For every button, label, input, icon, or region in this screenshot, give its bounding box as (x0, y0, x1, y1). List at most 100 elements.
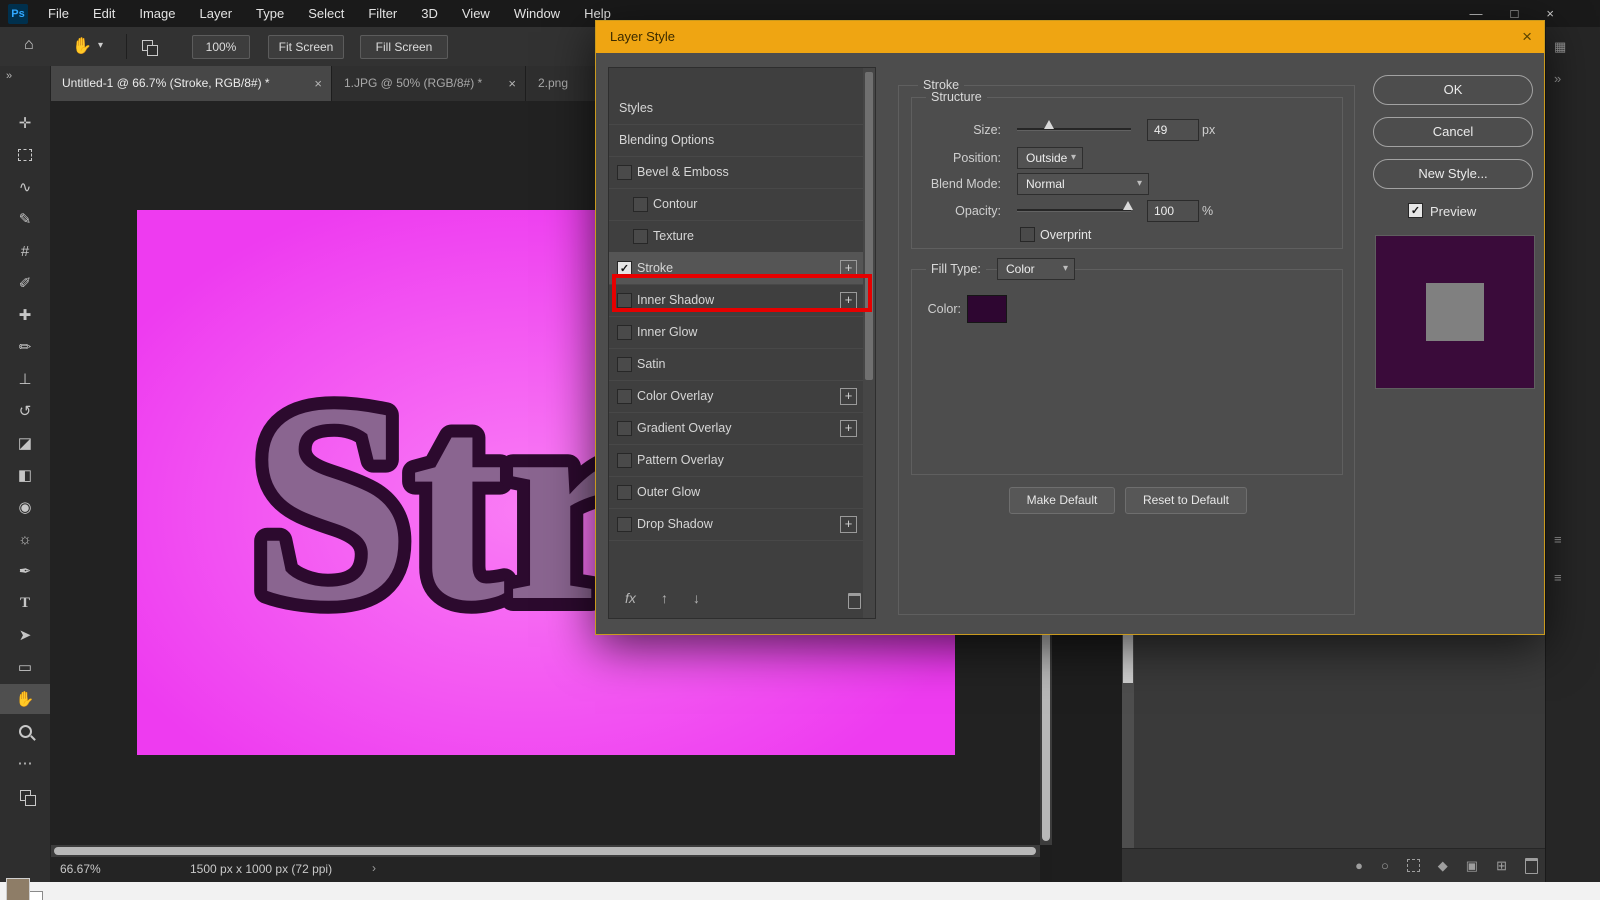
texture-checkbox[interactable] (633, 229, 648, 244)
gradient-overlay-checkbox[interactable] (617, 421, 632, 436)
size-input[interactable] (1147, 119, 1199, 141)
zoom-tool[interactable] (0, 716, 50, 746)
inner-glow-checkbox[interactable] (617, 325, 632, 340)
dialog-title-bar[interactable]: Layer Style × (596, 21, 1544, 53)
tab-close-icon[interactable]: × (508, 66, 516, 101)
menu-layer[interactable]: Layer (188, 0, 245, 27)
dodge-tool[interactable]: ☼ (0, 524, 50, 554)
path-selection-tool[interactable]: ➤ (0, 620, 50, 650)
menu-window[interactable]: Window (502, 0, 572, 27)
menu-view[interactable]: View (450, 0, 502, 27)
list-item-color-overlay[interactable]: Color Overlay (609, 380, 864, 413)
new-group-icon[interactable]: ▣ (1466, 858, 1478, 874)
link-layers-icon[interactable]: ● (1355, 858, 1363, 873)
list-item-outer-glow[interactable]: Outer Glow (609, 476, 864, 509)
pattern-overlay-checkbox[interactable] (617, 453, 632, 468)
add-inner-shadow-icon[interactable] (840, 292, 857, 309)
move-style-down-icon[interactable]: ↓ (693, 590, 700, 606)
list-item-texture[interactable]: Texture (609, 220, 864, 253)
menu-3d[interactable]: 3D (409, 0, 450, 27)
list-item-stroke[interactable]: Stroke (609, 252, 864, 285)
quick-selection-tool[interactable]: ✎ (0, 204, 50, 234)
expand-panels-icon[interactable]: » (1554, 71, 1561, 86)
clone-stamp-tool[interactable]: ⊥ (0, 364, 50, 394)
list-item-blending-options[interactable]: Blending Options (609, 124, 864, 157)
new-layer-icon[interactable]: ⊞ (1496, 858, 1507, 874)
inner-shadow-checkbox[interactable] (617, 293, 632, 308)
new-style-button[interactable]: New Style... (1373, 159, 1533, 189)
color-overlay-checkbox[interactable] (617, 389, 632, 404)
cancel-button[interactable]: Cancel (1373, 117, 1533, 147)
stroke-checkbox[interactable] (617, 261, 632, 276)
list-item-bevel-emboss[interactable]: Bevel & Emboss (609, 156, 864, 189)
healing-brush-tool[interactable]: ✚ (0, 300, 50, 330)
list-item-pattern-overlay[interactable]: Pattern Overlay (609, 444, 864, 477)
tab-untitled-1[interactable]: Untitled-1 @ 66.7% (Stroke, RGB/8#) * × (50, 66, 331, 101)
zoom-level-button[interactable]: 100% (192, 35, 250, 59)
brush-tool[interactable]: ✏ (0, 332, 50, 362)
opacity-slider[interactable] (1017, 200, 1133, 214)
list-item-inner-shadow[interactable]: Inner Shadow (609, 284, 864, 317)
history-brush-tool[interactable]: ↺ (0, 396, 50, 426)
size-slider[interactable] (1017, 119, 1131, 133)
edit-toolbar-tool[interactable]: ⋯ (0, 748, 50, 778)
position-dropdown[interactable]: Outside ▾ (1017, 147, 1083, 169)
hand-tool[interactable]: ✋ (0, 684, 50, 714)
crop-tool[interactable]: # (0, 236, 50, 266)
list-item-contour[interactable]: Contour (609, 188, 864, 221)
delete-style-icon[interactable] (848, 593, 861, 609)
menu-select[interactable]: Select (296, 0, 356, 27)
fill-screen-button[interactable]: Fill Screen (360, 35, 448, 59)
drop-shadow-checkbox[interactable] (617, 517, 632, 532)
status-chevron-icon[interactable]: › (372, 861, 376, 875)
eraser-tool[interactable]: ◪ (0, 428, 50, 458)
menu-edit[interactable]: Edit (81, 0, 127, 27)
layer-effects-icon[interactable]: ○ (1381, 858, 1389, 873)
list-item-satin[interactable]: Satin (609, 348, 864, 381)
outer-glow-checkbox[interactable] (617, 485, 632, 500)
list-item-gradient-overlay[interactable]: Gradient Overlay (609, 412, 864, 445)
zoom-field[interactable]: 66.67% (60, 862, 101, 876)
gradient-tool[interactable]: ◧ (0, 460, 50, 490)
blend-mode-dropdown[interactable]: Normal ▾ (1017, 173, 1149, 195)
menu-type[interactable]: Type (244, 0, 296, 27)
default-colors-tool[interactable] (0, 780, 50, 810)
fit-screen-button[interactable]: Fit Screen (268, 35, 344, 59)
collapsed-panel-icon[interactable]: ≡ (1554, 532, 1562, 547)
tab-close-icon[interactable]: × (314, 66, 322, 101)
menu-image[interactable]: Image (127, 0, 187, 27)
minimize-icon[interactable]: — (1470, 6, 1483, 21)
foreground-color-swatch[interactable] (6, 878, 30, 900)
contour-checkbox[interactable] (633, 197, 648, 212)
move-style-up-icon[interactable]: ↑ (661, 590, 668, 606)
make-default-button[interactable]: Make Default (1009, 487, 1115, 514)
add-drop-shadow-icon[interactable] (840, 516, 857, 533)
list-item-drop-shadow[interactable]: Drop Shadow (609, 508, 864, 541)
stroke-color-swatch[interactable] (967, 295, 1007, 323)
add-stroke-icon[interactable] (840, 260, 857, 277)
close-icon[interactable]: × (1546, 6, 1554, 21)
delete-layer-icon[interactable] (1525, 857, 1538, 874)
chevron-down-icon[interactable]: ▾ (98, 40, 103, 51)
type-tool[interactable]: T (0, 588, 50, 618)
canvas-horizontal-scrollbar[interactable] (50, 845, 1040, 857)
preview-checkbox[interactable] (1408, 203, 1423, 218)
add-color-overlay-icon[interactable] (840, 388, 857, 405)
lasso-tool[interactable]: ∿ (0, 172, 50, 202)
list-item-styles[interactable]: Styles (609, 92, 864, 125)
fill-type-dropdown[interactable]: Color ▾ (997, 258, 1075, 280)
eyedropper-tool[interactable]: ✐ (0, 268, 50, 298)
menu-file[interactable]: File (36, 0, 81, 27)
blur-tool[interactable]: ◉ (0, 492, 50, 522)
marquee-tool[interactable] (0, 140, 50, 170)
tab-1-jpg[interactable]: 1.JPG @ 50% (RGB/8#) * × (332, 66, 525, 101)
adjustment-layer-icon[interactable]: ◆ (1438, 858, 1448, 874)
overprint-checkbox[interactable] (1020, 227, 1035, 242)
arrange-windows-icon[interactable] (142, 38, 158, 56)
move-tool[interactable]: ✛ (0, 108, 50, 138)
list-item-inner-glow[interactable]: Inner Glow (609, 316, 864, 349)
bevel-emboss-checkbox[interactable] (617, 165, 632, 180)
reset-to-default-button[interactable]: Reset to Default (1125, 487, 1247, 514)
dialog-close-icon[interactable]: × (1522, 21, 1532, 53)
panel-grid-icon[interactable]: ▦ (1554, 39, 1566, 55)
